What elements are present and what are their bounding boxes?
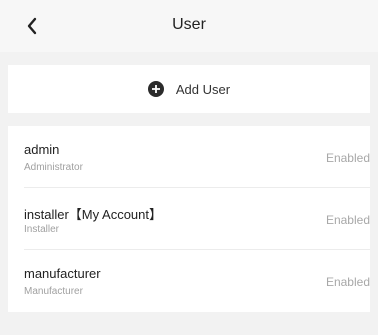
- add-user-button[interactable]: Add User: [8, 65, 370, 113]
- user-role: Installer: [24, 224, 60, 235]
- user-row-manufacturer[interactable]: manufacturer Manufacturer Enabled: [8, 250, 370, 312]
- user-row-admin[interactable]: admin Administrator Enabled: [8, 126, 370, 188]
- user-name: installer【My Account】: [24, 207, 162, 222]
- user-status: Enabled: [325, 213, 370, 227]
- user-status: Enabled: [325, 151, 370, 165]
- user-name: manufacturer: [24, 266, 101, 281]
- header-bar: User: [0, 0, 378, 52]
- user-role: Manufacturer: [24, 286, 83, 297]
- add-user-label: Add User: [175, 81, 231, 97]
- plus-circle-icon: [147, 81, 164, 97]
- user-list: admin Administrator Enabled installer【My…: [8, 126, 370, 312]
- user-status: Enabled: [325, 275, 370, 289]
- user-row-installer[interactable]: installer【My Account】 Installer Enabled: [8, 188, 370, 250]
- user-role: Administrator: [24, 162, 83, 173]
- user-name: admin: [24, 142, 60, 157]
- page-title: User: [172, 16, 206, 33]
